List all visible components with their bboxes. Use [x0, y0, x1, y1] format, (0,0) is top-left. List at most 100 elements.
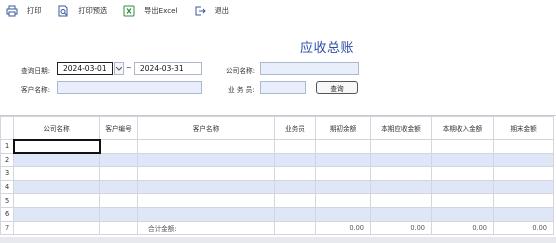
table-cell: [274, 220, 316, 236]
date-label: 查询日期:: [21, 67, 51, 75]
salesman-label: 业 务 员:: [228, 86, 255, 94]
column-header[interactable]: 期末金额: [493, 116, 554, 140]
table-cell[interactable]: [99, 206, 138, 222]
customer-label: 客户名称:: [21, 86, 51, 94]
toolbar: 打印 打印预选 导出Excel 退出: [0, 0, 556, 22]
row-number: 2: [0, 152, 14, 168]
table-cell: [13, 220, 100, 236]
table-row[interactable]: 1: [0, 138, 554, 155]
excel-icon: [123, 5, 135, 17]
print-label: 打印: [27, 6, 42, 15]
table-cell[interactable]: [137, 166, 275, 181]
row-number: 4: [0, 179, 14, 195]
date-from-input[interactable]: 2024-03-01: [57, 62, 113, 75]
exit-button[interactable]: 退出: [194, 2, 229, 20]
table-cell[interactable]: [431, 193, 494, 208]
query-button[interactable]: 查询: [316, 81, 358, 94]
horizontal-scrollbar[interactable]: [0, 237, 556, 243]
table-cell[interactable]: [315, 152, 371, 168]
table-cell[interactable]: [493, 139, 554, 154]
table-cell[interactable]: [99, 166, 138, 181]
table-cell[interactable]: [99, 152, 138, 168]
table-cell[interactable]: [274, 206, 316, 222]
table-cell[interactable]: [13, 206, 100, 222]
table-cell[interactable]: [315, 139, 371, 154]
table-cell[interactable]: [137, 193, 275, 208]
table-cell[interactable]: [137, 139, 275, 154]
salesman-input[interactable]: [260, 81, 306, 94]
date-to-input[interactable]: 2024-03-31: [134, 62, 202, 75]
table-cell: [99, 220, 138, 236]
table-cell[interactable]: [431, 152, 494, 168]
column-header[interactable]: 期初余额: [315, 116, 371, 140]
date-from-dropdown[interactable]: [114, 62, 124, 75]
table-row[interactable]: 5: [0, 193, 554, 208]
table-row[interactable]: 2: [0, 152, 554, 168]
table-cell[interactable]: [493, 206, 554, 222]
table-cell[interactable]: [274, 139, 316, 154]
column-header[interactable]: 客户名称: [137, 116, 275, 140]
customer-input[interactable]: [57, 81, 202, 94]
table-cell[interactable]: [431, 179, 494, 195]
total-receivable: 0.00: [370, 220, 432, 236]
table-row[interactable]: 6: [0, 206, 554, 222]
ledger-table: 公司名称 客户编号 客户名称 业务员 期初余额 本期应收金额 本期收入金额 期末…: [0, 115, 556, 237]
table-cell[interactable]: [99, 179, 138, 195]
table-cell[interactable]: [274, 179, 316, 195]
table-cell[interactable]: [370, 152, 432, 168]
table-cell[interactable]: [13, 152, 100, 168]
table-cell[interactable]: [370, 193, 432, 208]
table-cell[interactable]: [431, 139, 494, 154]
column-header[interactable]: 客户编号: [99, 116, 138, 140]
table-row[interactable]: 4: [0, 179, 554, 195]
company-input[interactable]: [260, 62, 359, 75]
header-row: 公司名称 客户编号 客户名称 业务员 期初余额 本期应收金额 本期收入金额 期末…: [0, 116, 554, 140]
table-cell[interactable]: [137, 152, 275, 168]
table-cell[interactable]: [370, 139, 432, 154]
table-cell[interactable]: [370, 166, 432, 181]
table-cell[interactable]: [315, 179, 371, 195]
table-cell[interactable]: [370, 179, 432, 195]
table-cell[interactable]: [12, 138, 101, 155]
column-header[interactable]: 本期应收金额: [370, 116, 432, 140]
table-cell[interactable]: [493, 179, 554, 195]
print-preview-icon: [57, 5, 69, 17]
printer-icon: [6, 5, 18, 17]
table-cell[interactable]: [431, 166, 494, 181]
column-header[interactable]: 本期收入金额: [431, 116, 494, 140]
exit-label: 退出: [214, 6, 229, 15]
table-cell[interactable]: [431, 206, 494, 222]
chevron-down-icon: [116, 66, 122, 71]
total-closing-balance: 0.00: [493, 220, 554, 236]
table-cell[interactable]: [274, 152, 316, 168]
export-excel-label: 导出Excel: [144, 6, 178, 15]
table-cell[interactable]: [274, 193, 316, 208]
export-excel-button[interactable]: 导出Excel: [123, 2, 178, 20]
company-label: 公司名称:: [226, 67, 256, 75]
total-label: 合计金额:: [137, 220, 275, 236]
table-cell[interactable]: [274, 166, 316, 181]
table-cell[interactable]: [13, 193, 100, 208]
print-button[interactable]: 打印: [6, 2, 41, 20]
table-row[interactable]: 3: [0, 166, 554, 181]
row-number: 1: [0, 139, 14, 154]
table-cell[interactable]: [315, 193, 371, 208]
table-cell[interactable]: [493, 193, 554, 208]
table-cell[interactable]: [99, 193, 138, 208]
table-cell[interactable]: [315, 206, 371, 222]
table-cell[interactable]: [370, 206, 432, 222]
total-opening-balance: 0.00: [315, 220, 371, 236]
table-cell[interactable]: [13, 166, 100, 181]
table-cell[interactable]: [493, 152, 554, 168]
table-cell[interactable]: [137, 206, 275, 222]
print-preview-button[interactable]: 打印预选: [57, 2, 107, 20]
table-cell[interactable]: [315, 166, 371, 181]
table-cell[interactable]: [137, 179, 275, 195]
table-cell[interactable]: [493, 166, 554, 181]
total-received: 0.00: [431, 220, 494, 236]
table-cell[interactable]: [13, 179, 100, 195]
column-header[interactable]: 公司名称: [13, 116, 100, 140]
table-cell[interactable]: [99, 139, 138, 154]
row-number: 3: [0, 166, 14, 181]
column-header[interactable]: 业务员: [274, 116, 316, 140]
